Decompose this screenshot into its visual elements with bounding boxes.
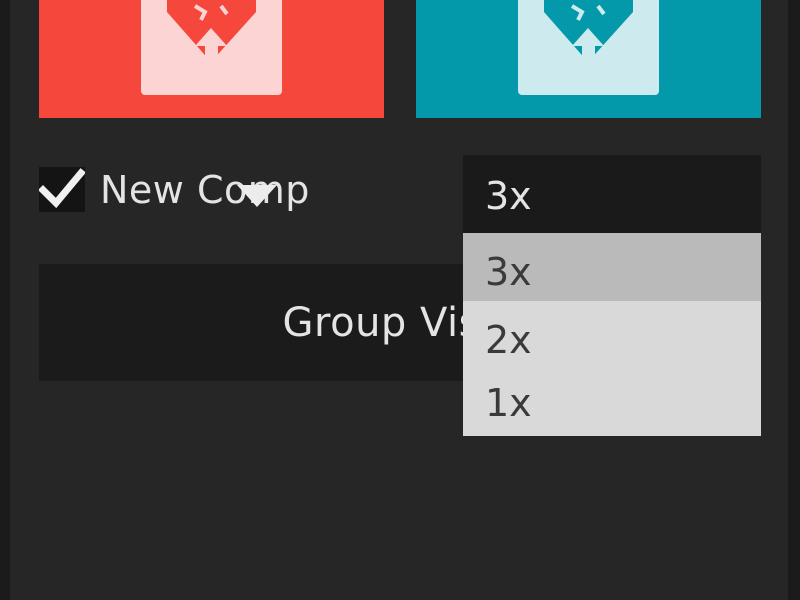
scale-dropdown-menu: 3x 2x 1x (463, 233, 761, 436)
gem-upload-icon (167, 0, 256, 70)
new-comp-checkbox[interactable] (38, 167, 86, 212)
checkmark-icon (38, 168, 86, 209)
chevron-down-icon[interactable] (237, 185, 277, 207)
scale-select[interactable]: 3x (463, 155, 761, 233)
document-icon (518, 0, 659, 95)
gem-upload-icon (544, 0, 633, 70)
scale-option-1x[interactable]: 1x (463, 364, 761, 432)
scale-option-3x[interactable]: 3x (463, 233, 761, 301)
red-export-tile[interactable] (39, 0, 384, 118)
scale-option-2x[interactable]: 2x (463, 301, 761, 369)
new-comp-label: New Comp (100, 168, 310, 212)
scale-select-value: 3x (485, 174, 532, 218)
teal-export-tile[interactable] (416, 0, 761, 118)
document-icon (141, 0, 282, 95)
